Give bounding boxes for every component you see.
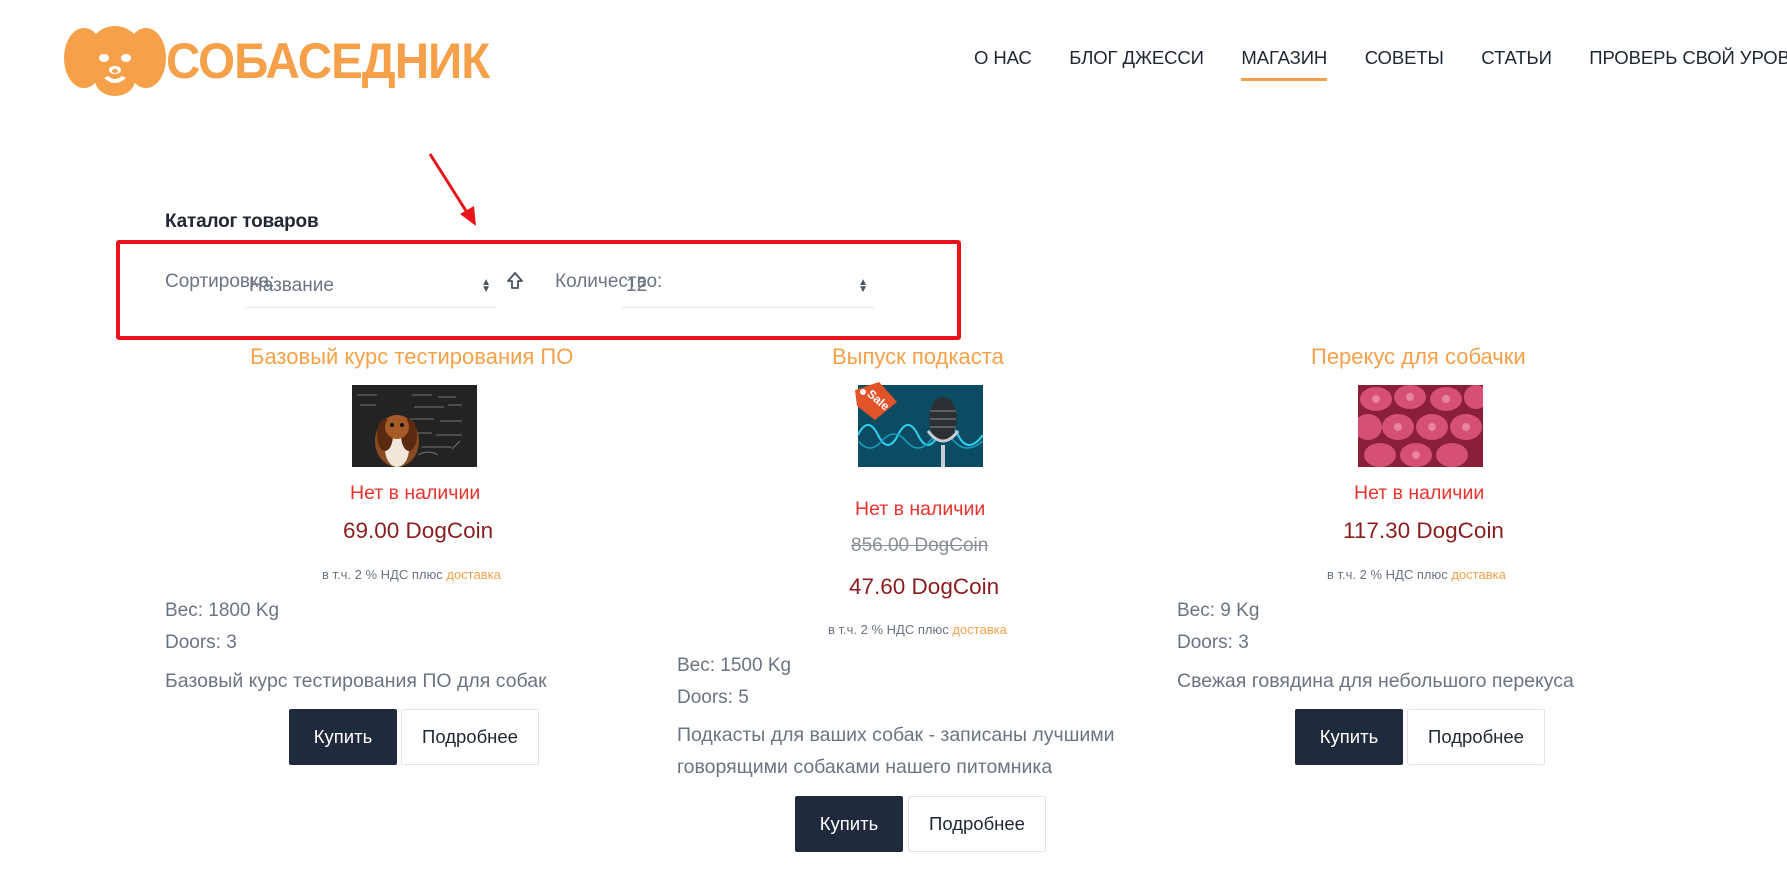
product-weight: Вес: 1500 Kg [677, 655, 792, 676]
product-price: 47.60 DogCoin [849, 574, 1000, 599]
details-button[interactable]: Подробнее [1407, 709, 1545, 765]
product-description: Базовый курс тестирования ПО для собак [165, 670, 547, 692]
nav-item-blog[interactable]: БЛОГ ДЖЕССИ [1069, 47, 1204, 69]
select-arrows-icon: ▲ ▼ [858, 276, 868, 295]
product-description: Свежая говядина для небольшого перекуса [1177, 670, 1574, 692]
buy-button[interactable]: Купить [795, 796, 903, 852]
vat-note: в т.ч. 2 % НДС плюс доставка [322, 567, 501, 582]
sort-select[interactable]: Название ▲ ▼ [245, 264, 497, 308]
product-weight: Вес: 9 Kg [1177, 600, 1260, 621]
stock-status: Нет в наличии [350, 482, 481, 504]
stock-status: Нет в наличии [855, 498, 986, 520]
beagle-chalkboard-image [352, 385, 477, 467]
product-doors: Doors: 3 [165, 632, 237, 653]
nav-item-shop[interactable]: МАГАЗИН [1241, 47, 1327, 81]
select-arrows-icon: ▲ ▼ [481, 276, 491, 295]
delivery-link[interactable]: доставка [446, 567, 500, 582]
main-nav: О НАС БЛОГ ДЖЕССИ МАГАЗИН СОВЕТЫ СТАТЬИ … [974, 47, 1787, 81]
product-price: 69.00 DogCoin [343, 518, 494, 543]
vat-note: в т.ч. 2 % НДС плюс доставка [1327, 567, 1506, 582]
buy-button[interactable]: Купить [1295, 709, 1403, 765]
site-logo[interactable]: СОБАСЕДНИК [60, 18, 506, 100]
product-image[interactable] [352, 385, 477, 467]
old-price: 856.00 DogCoin [851, 535, 989, 556]
vat-note: в т.ч. 2 % НДС плюс доставка [828, 622, 1007, 637]
raw-beef-image [1358, 385, 1483, 467]
logo-text: СОБАСЕДНИК [166, 33, 490, 89]
buy-button[interactable]: Купить [289, 709, 397, 765]
nav-item-about[interactable]: О НАС [974, 47, 1032, 69]
details-button[interactable]: Подробнее [401, 709, 539, 765]
product-title[interactable]: Выпуск подкаста [832, 344, 1004, 370]
product-price: 117.30 DogCoin [1343, 518, 1504, 543]
dog-logo-icon [64, 26, 166, 96]
product-image[interactable] [1358, 385, 1483, 467]
product-description: Подкасты для ваших собак - записаны лучш… [677, 724, 1115, 778]
sort-direction-icon[interactable] [505, 270, 525, 292]
annotation-arrow [428, 153, 476, 226]
count-label: Количество: [555, 271, 663, 292]
product-doors: Doors: 3 [1177, 632, 1249, 653]
sort-label: Сортировка: [165, 271, 275, 292]
product-title[interactable]: Перекус для собачки [1311, 344, 1526, 370]
product-title[interactable]: Базовый курс тестирования ПО [250, 344, 573, 370]
catalog-title: Каталог товаров [165, 211, 319, 232]
details-button[interactable]: Подробнее [908, 796, 1046, 852]
nav-item-quiz[interactable]: ПРОВЕРЬ СВОЙ УРОВЕНЬ [1589, 47, 1787, 69]
nav-item-articles[interactable]: СТАТЬИ [1481, 47, 1552, 69]
sale-badge: Sale [851, 380, 901, 420]
delivery-link[interactable]: доставка [952, 622, 1006, 637]
product-weight: Вес: 1800 Kg [165, 600, 280, 621]
nav-item-tips[interactable]: СОВЕТЫ [1365, 47, 1444, 69]
product-doors: Doors: 5 [677, 687, 749, 708]
delivery-link[interactable]: доставка [1451, 567, 1505, 582]
stock-status: Нет в наличии [1354, 482, 1485, 504]
